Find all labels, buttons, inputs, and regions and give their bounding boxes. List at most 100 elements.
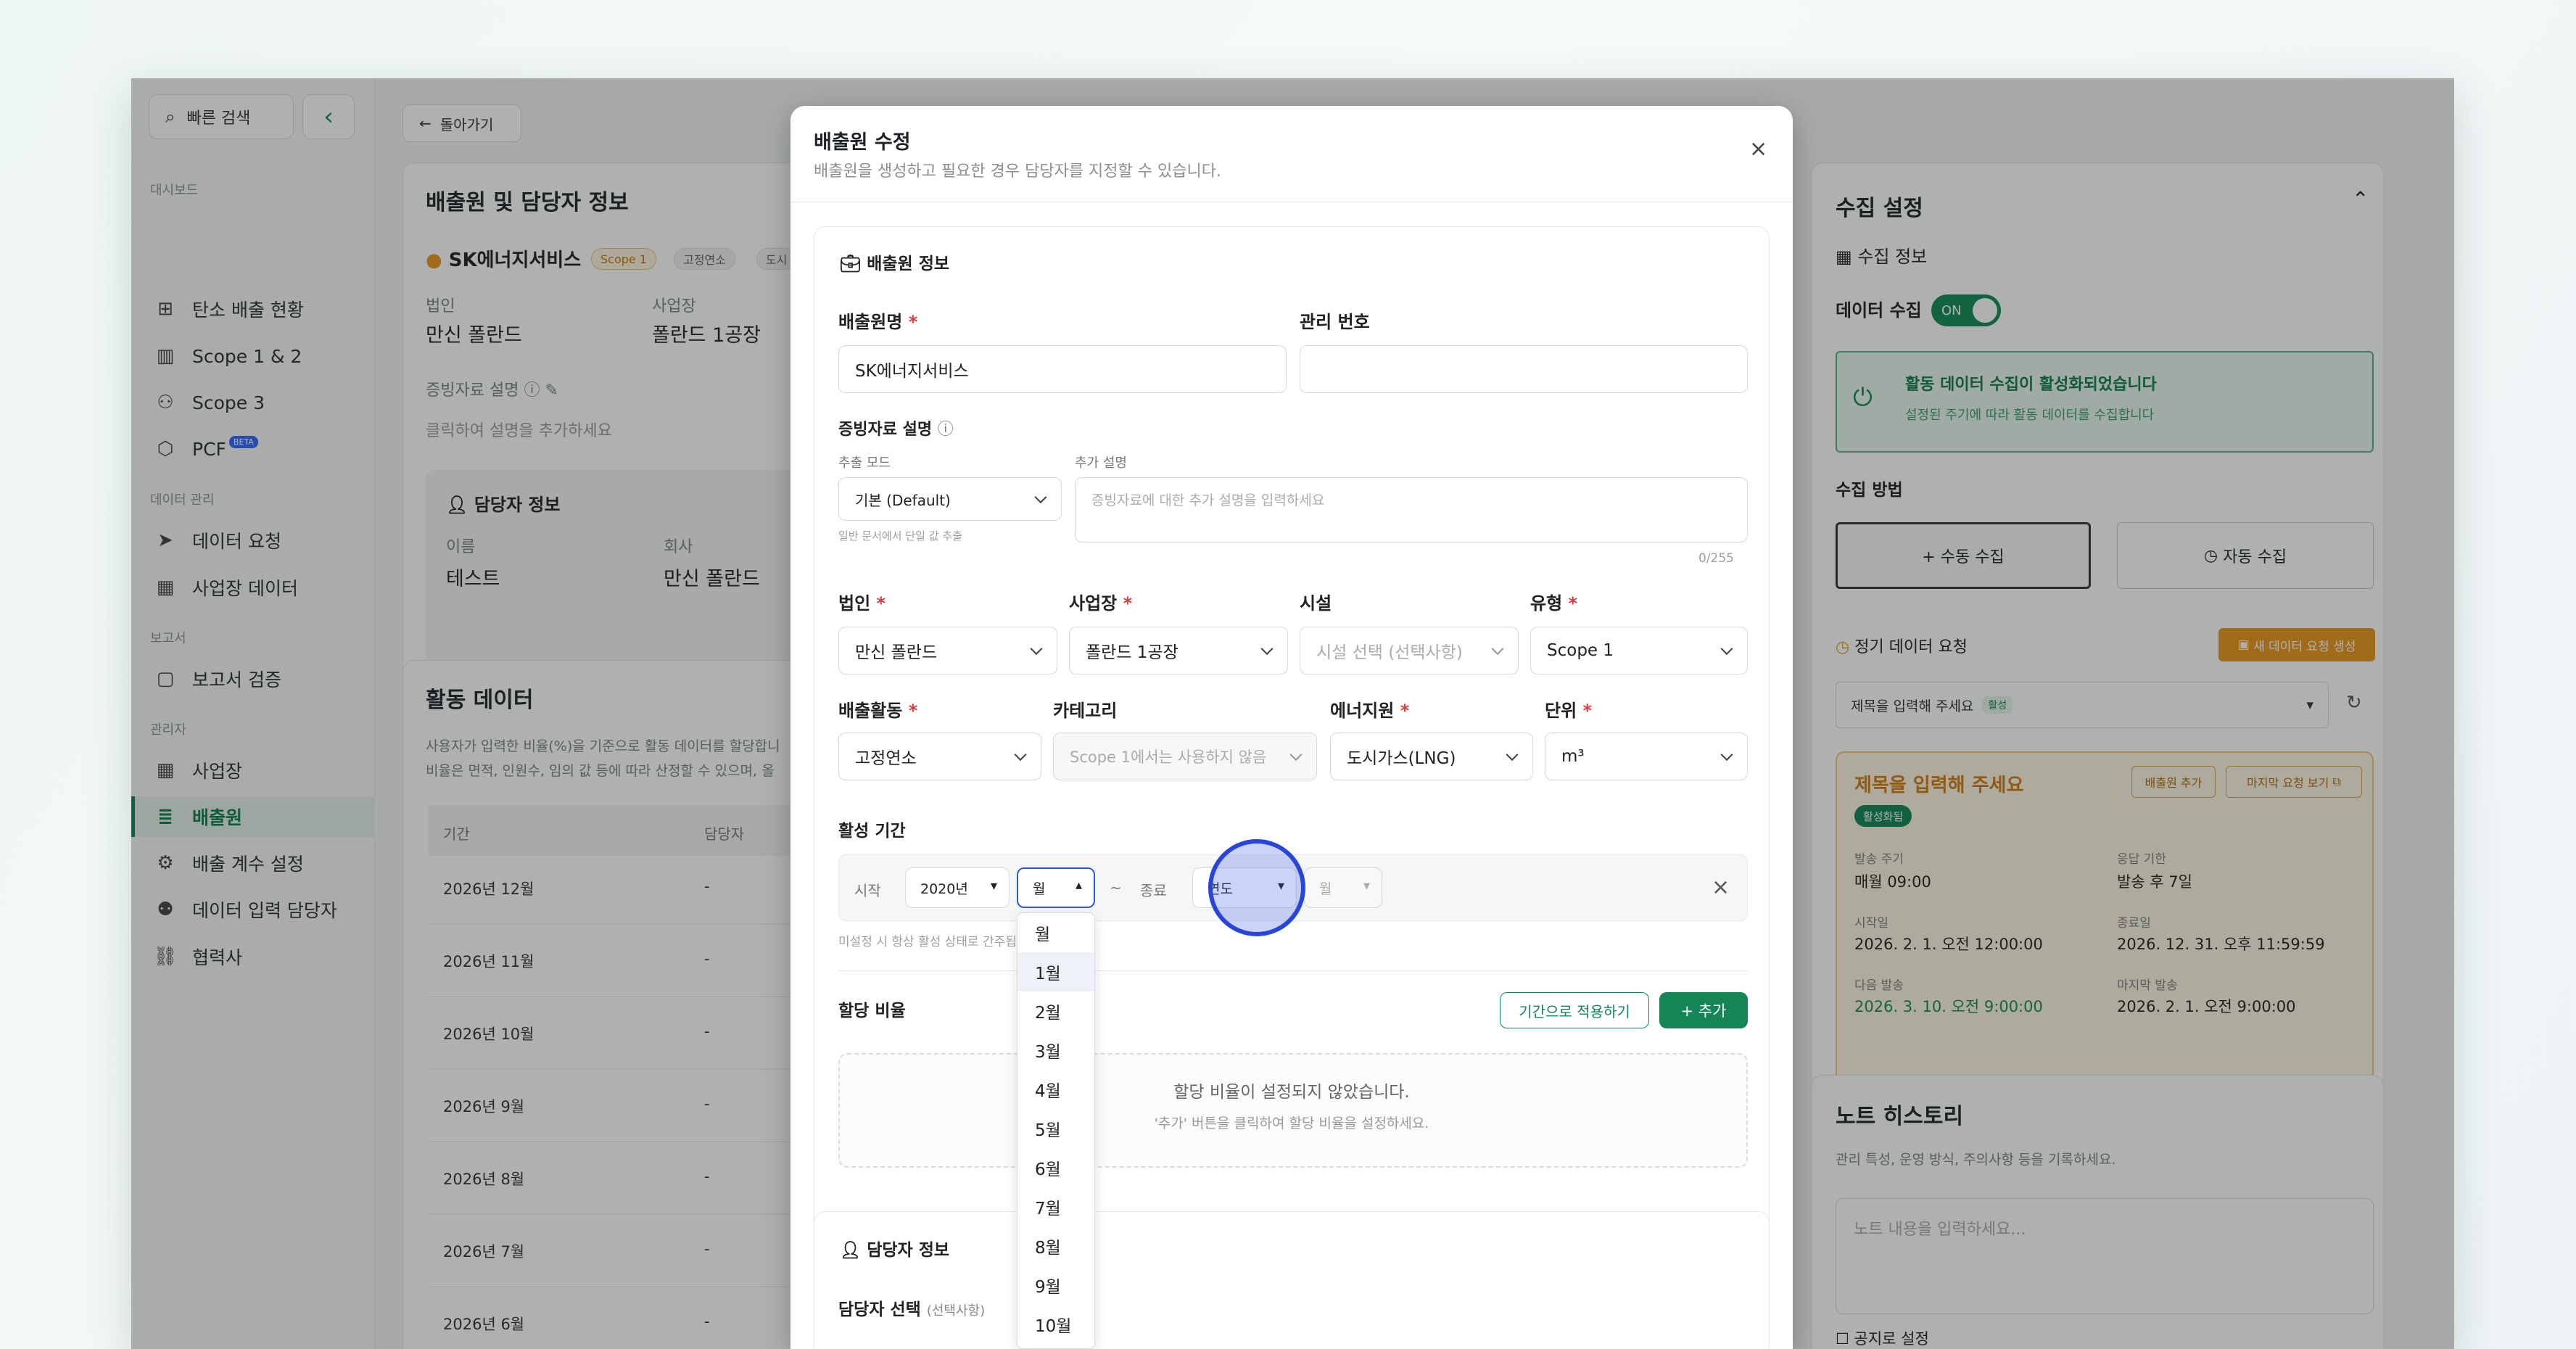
user-icon: 👤︎ — [840, 1241, 867, 1260]
chevron-down-icon — [1260, 643, 1273, 656]
clear-period-icon[interactable]: × — [1712, 875, 1730, 900]
start-month-select[interactable]: 월 ▴ — [1017, 867, 1095, 908]
facility-placeholder: 시설 선택 (선택사항) — [1316, 643, 1463, 662]
optional-text: (선택사항) — [926, 1303, 986, 1319]
category-select: Scope 1에서는 사용하지 않음 — [1053, 733, 1317, 780]
alloc-empty-text: 할당 비율이 설정되지 않았습니다. — [1173, 1083, 1410, 1102]
mgmt-no-label: 관리 번호 — [1300, 312, 1370, 332]
char-count: 0/255 — [1698, 551, 1734, 566]
month-option[interactable]: 월 — [1017, 913, 1094, 952]
unit-label: 단위 * — [1545, 696, 1592, 722]
corp-select[interactable]: 만신 폴란드 — [838, 627, 1057, 674]
close-icon[interactable]: × — [1749, 136, 1767, 162]
chevron-down-icon — [1289, 748, 1303, 762]
required-mark: * — [908, 312, 918, 332]
caret-down-icon: ▾ — [1363, 878, 1370, 894]
category-placeholder: Scope 1에서는 사용하지 않음 — [1070, 748, 1267, 766]
month-dropdown: 월 1월 2월 3월 4월 5월 6월 7월 8월 9월 10월 — [1017, 912, 1095, 1349]
divider — [838, 970, 1748, 971]
alloc-label: 할당 비율 — [838, 1002, 906, 1020]
end-month-value: 월 — [1319, 880, 1332, 897]
alloc-empty-hint: '추가' 버튼을 클릭하여 할당 비율을 설정하세요. — [1154, 1115, 1429, 1131]
activity-label: 배출활동 * — [838, 696, 917, 722]
mgmt-no-input[interactable] — [1300, 345, 1748, 393]
edit-source-modal: 배출원 수정 배출원을 생성하고 필요한 경우 담당자를 지정할 수 있습니다.… — [790, 106, 1793, 1349]
energy-label: 에너지원 * — [1330, 696, 1409, 722]
extra-desc-textarea[interactable]: 증빙자료에 대한 추가 설명을 입력하세요 — [1075, 477, 1748, 543]
site-label-text: 사업장 — [1069, 593, 1118, 614]
type-value: Scope 1 — [1547, 641, 1614, 660]
manager-select-label-text: 담당자 선택 — [838, 1300, 921, 1319]
month-option[interactable]: 7월 — [1017, 1187, 1094, 1226]
type-label: 유형 * — [1530, 589, 1577, 614]
period-hint: 미설정 시 항상 활성 상태로 간주됩 — [838, 935, 1017, 949]
required-mark: * — [908, 701, 918, 721]
add-alloc-button[interactable]: + 추가 — [1659, 992, 1748, 1028]
type-label-text: 유형 — [1530, 593, 1563, 614]
extra-desc-label: 추가 설명 — [1075, 455, 1127, 471]
month-option[interactable]: 10월 — [1017, 1305, 1094, 1344]
chevron-down-icon — [1034, 491, 1047, 504]
site-value: 폴란드 1공장 — [1086, 643, 1178, 662]
month-option[interactable]: 8월 — [1017, 1226, 1094, 1266]
evidence-label: 증빙자료 설명 ⓘ — [838, 416, 954, 440]
caret-down-icon: ▾ — [990, 878, 997, 894]
section-title: 💼︎ 배출원 정보 — [840, 249, 949, 274]
corp-label-text: 법인 — [838, 593, 871, 614]
click-indicator — [1208, 839, 1305, 936]
required-mark: * — [1400, 701, 1410, 721]
source-name-input[interactable]: SK에너지서비스 — [838, 345, 1287, 393]
period-label: 활성 기간 — [838, 822, 906, 841]
month-option[interactable]: 3월 — [1017, 1031, 1094, 1070]
energy-label-text: 에너지원 — [1330, 701, 1395, 721]
month-option[interactable]: 9월 — [1017, 1266, 1094, 1305]
start-year-select[interactable]: 2020년 ▾ — [905, 867, 1010, 908]
section-title-text: 배출원 정보 — [867, 255, 950, 273]
activity-value: 고정연소 — [855, 749, 917, 768]
month-option[interactable]: 2월 — [1017, 991, 1094, 1031]
facility-label: 시설 — [1300, 593, 1332, 614]
caret-up-icon: ▴ — [1075, 878, 1082, 893]
site-select[interactable]: 폴란드 1공장 — [1069, 627, 1288, 674]
start-label: 시작 — [854, 882, 881, 899]
manager-select-label: 담당자 선택 (선택사항) — [838, 1295, 985, 1320]
required-mark: * — [1123, 593, 1133, 614]
month-option[interactable]: 1월 — [1017, 952, 1094, 991]
chevron-down-icon — [1720, 748, 1733, 762]
end-label: 종료 — [1140, 882, 1167, 899]
activity-label-text: 배출활동 — [838, 701, 903, 721]
extract-mode-label: 추출 모드 — [838, 455, 891, 471]
energy-value: 도시가스(LNG) — [1347, 749, 1456, 768]
manager-section-title: 👤︎ 담당자 정보 — [840, 1236, 949, 1261]
chevron-down-icon — [1030, 643, 1043, 656]
apply-period-button[interactable]: 기간으로 적용하기 — [1500, 992, 1649, 1028]
month-option[interactable]: 6월 — [1017, 1148, 1094, 1187]
modal-title: 배출원 수정 — [814, 131, 911, 154]
chevron-down-icon — [1491, 643, 1504, 656]
unit-value: m³ — [1561, 747, 1585, 766]
tilde-separator: ~ — [1110, 879, 1122, 896]
unit-label-text: 단위 — [1545, 701, 1577, 721]
unit-select[interactable]: m³ — [1545, 733, 1748, 780]
required-mark: * — [1568, 593, 1578, 614]
required-mark: * — [1582, 701, 1593, 721]
site-label: 사업장 * — [1069, 589, 1132, 614]
chevron-down-icon — [1506, 748, 1519, 762]
energy-select[interactable]: 도시가스(LNG) — [1330, 733, 1533, 780]
extract-mode-select[interactable]: 기본 (Default) — [838, 477, 1062, 521]
month-option[interactable]: 5월 — [1017, 1109, 1094, 1148]
activity-select[interactable]: 고정연소 — [838, 733, 1041, 780]
info-icon: ⓘ — [937, 421, 954, 439]
start-year-value: 2020년 — [920, 880, 968, 897]
facility-select[interactable]: 시설 선택 (선택사항) — [1300, 627, 1519, 674]
corp-value: 만신 폴란드 — [855, 643, 938, 662]
type-select[interactable]: Scope 1 — [1530, 627, 1748, 674]
category-label: 카테고리 — [1053, 701, 1118, 721]
extract-mode-hint: 일반 문서에서 단일 값 추출 — [838, 529, 962, 543]
source-name-label: 배출원명 * — [838, 308, 917, 333]
alloc-empty-box — [838, 1053, 1748, 1168]
modal-subtitle: 배출원을 생성하고 필요한 경우 담당자를 지정할 수 있습니다. — [814, 162, 1221, 181]
corp-label: 법인 * — [838, 589, 886, 614]
start-month-value: 월 — [1033, 880, 1046, 897]
month-option[interactable]: 4월 — [1017, 1070, 1094, 1109]
